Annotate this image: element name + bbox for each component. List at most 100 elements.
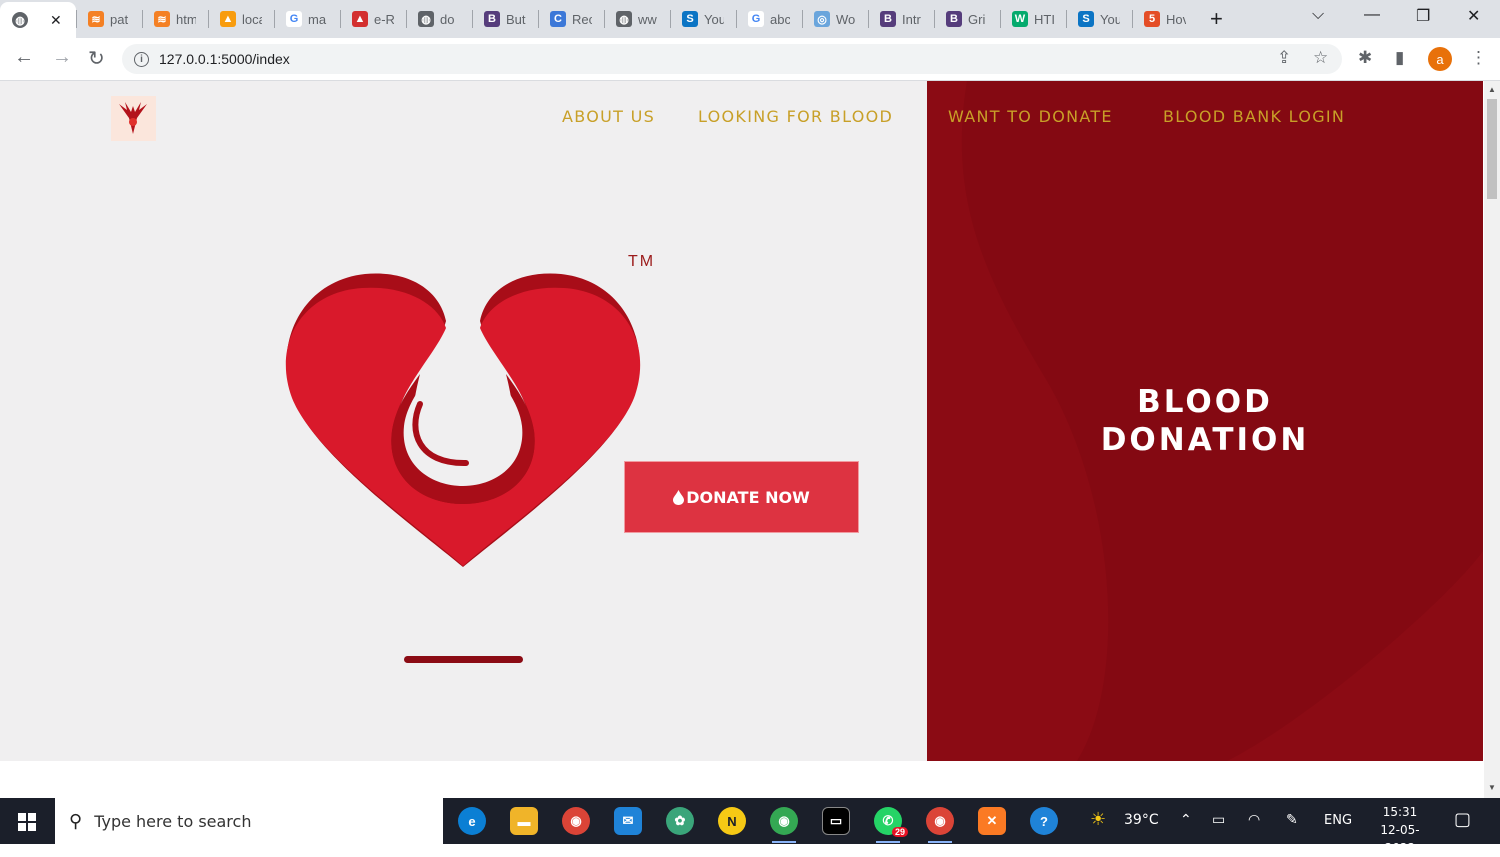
minimize-button[interactable]: — [1364, 6, 1380, 24]
scroll-down-icon[interactable]: ▼ [1488, 783, 1496, 792]
extensions-icon[interactable]: ✱ [1358, 48, 1372, 68]
browser-tab[interactable]: C Rec [538, 0, 604, 38]
globe-icon: ◍ [12, 12, 28, 28]
profile-avatar[interactable]: a [1428, 47, 1452, 71]
side-panel-icon[interactable]: ▮ [1395, 48, 1404, 68]
mail-icon[interactable]: ✉ [614, 807, 642, 835]
weather-temperature[interactable]: 39°C [1124, 812, 1159, 828]
browser-tab[interactable]: S You [670, 0, 736, 38]
wifi-icon[interactable]: ◠ [1248, 812, 1260, 828]
system-clock[interactable]: 15:31 12-05-2022 [1366, 803, 1434, 857]
url-text[interactable]: 127.0.0.1:5000/index [159, 51, 290, 67]
tab-title: abc [770, 11, 790, 27]
clock-date: 12-05-2022 [1380, 823, 1420, 855]
google-icon: G [286, 11, 302, 27]
hero-left-section: ABOUT US LOOKING FOR BLOOD TM DONATE NOW [0, 81, 927, 761]
menu-icon[interactable]: ⋮ [1470, 48, 1487, 68]
tab-title: You [1100, 11, 1120, 27]
windows-start-button[interactable] [18, 813, 36, 831]
who-icon: ◎ [814, 11, 830, 27]
new-tab-button[interactable]: + [1210, 6, 1223, 32]
browser-tab[interactable]: ≋ pat [76, 0, 142, 38]
tab-title: Gri [968, 11, 986, 27]
tab-title: HTI [1034, 11, 1054, 27]
browser-tab[interactable]: B Gri [934, 0, 1000, 38]
web-page: ABOUT US LOOKING FOR BLOOD TM DONATE NOW [0, 81, 1484, 798]
search-icon: ⚲ [69, 810, 83, 831]
tab-title: Intr [902, 11, 921, 27]
weather-icon[interactable]: ☀ [1090, 809, 1106, 830]
tab-title: loca [242, 11, 262, 27]
phpmyadmin-icon: ▲ [220, 11, 236, 27]
bootstrap-icon: B [946, 11, 962, 27]
maximize-button[interactable]: ❐ [1416, 6, 1430, 26]
tab-title: ww [638, 11, 657, 27]
norton-icon[interactable]: N [718, 807, 746, 835]
whatsapp-badge: 29 [891, 827, 908, 837]
battery-icon[interactable]: ▭ [1212, 812, 1225, 828]
address-bar[interactable]: i 127.0.0.1:5000/index [122, 44, 1342, 74]
hero-title-line1: BLOOD [1137, 384, 1273, 420]
bookmark-star-icon[interactable]: ☆ [1313, 48, 1328, 68]
chrome-active-icon[interactable]: ◉ [926, 807, 954, 843]
browser-tab[interactable]: B But [472, 0, 538, 38]
hero-title: BLOOD DONATION [927, 383, 1483, 459]
tab-title: htm [176, 11, 196, 27]
bootstrap-icon: B [484, 11, 500, 27]
reload-button[interactable]: ↻ [88, 46, 105, 71]
browser-tab[interactable]: Gabc [736, 0, 802, 38]
donate-now-label: DONATE NOW [686, 487, 810, 507]
xampp-icon[interactable]: ✕ [978, 807, 1006, 835]
show-hidden-icons[interactable]: ⌃ [1180, 812, 1192, 828]
chrome-profile-icon[interactable]: ◉ [770, 807, 798, 843]
c-icon: C [550, 11, 566, 27]
browser-tab[interactable]: ≋ htm [142, 0, 208, 38]
browser-tab[interactable]: ◍ ww [604, 0, 670, 38]
whatsapp-icon[interactable]: ✆ 29 [874, 807, 908, 843]
notifications-icon[interactable]: ▢ [1454, 809, 1471, 830]
close-tab-icon[interactable]: ✕ [50, 12, 62, 29]
browser-tab[interactable]: Gma [274, 0, 340, 38]
site-logo[interactable] [111, 96, 156, 141]
browser-tab[interactable]: B Intr [868, 0, 934, 38]
forward-button[interactable]: → [52, 46, 72, 69]
phoenix-logo-icon [119, 102, 147, 134]
back-button[interactable]: ← [14, 46, 34, 69]
language-indicator[interactable]: ENG [1324, 813, 1352, 828]
browser-tab[interactable]: ◎ Wo [802, 0, 868, 38]
browser-toolbar: ← → ↻ i 127.0.0.1:5000/index ⇪ ☆ ✱ ▮ ⋮ [0, 38, 1500, 81]
nav-about-us[interactable]: ABOUT US [562, 107, 655, 126]
browser-tab[interactable]: ◍ do [406, 0, 472, 38]
pen-icon[interactable]: ✎ [1286, 812, 1298, 828]
tab-title: Rec [572, 11, 592, 27]
scroll-up-icon[interactable]: ▲ [1488, 85, 1496, 94]
file-explorer-icon[interactable]: ▬ [510, 807, 538, 835]
share-icon[interactable]: ⇪ [1277, 48, 1291, 68]
tab-active[interactable]: ◍ ✕ [0, 2, 76, 38]
chatgpt-icon[interactable]: ✿ [666, 807, 694, 835]
nav-want-to-donate[interactable]: WANT TO DONATE [948, 107, 1113, 126]
close-window-button[interactable]: ✕ [1467, 6, 1480, 26]
blood-drop-icon [673, 489, 685, 505]
browser-tab[interactable]: S You [1066, 0, 1132, 38]
scrollbar-thumb[interactable] [1487, 99, 1497, 199]
browser-tab[interactable]: ▲ e-R [340, 0, 406, 38]
blood-heart-logo-icon [285, 273, 641, 567]
clock-time: 15:31 [1382, 805, 1418, 819]
edge-icon[interactable]: e [458, 807, 486, 835]
page-scrollbar[interactable]: ▲ ▼ [1484, 81, 1500, 798]
donate-now-button[interactable]: DONATE NOW [624, 461, 859, 533]
browser-tab[interactable]: W HTI [1000, 0, 1066, 38]
browser-tab[interactable]: ▲ loca [208, 0, 274, 38]
chrome-icon[interactable]: ◉ [562, 807, 590, 835]
s-icon: S [682, 11, 698, 27]
nav-blood-bank-login[interactable]: BLOOD BANK LOGIN [1163, 107, 1345, 126]
site-info-icon[interactable]: i [134, 51, 149, 67]
taskbar-search-box[interactable]: ⚲ Type here to search [55, 798, 443, 844]
terminal-icon[interactable]: ▭ [822, 807, 850, 835]
tab-search-icon[interactable]: ⌵ [1312, 6, 1324, 24]
nav-looking-for-blood[interactable]: LOOKING FOR BLOOD [698, 107, 893, 126]
browser-tab[interactable]: 5 Hov [1132, 0, 1198, 38]
tab-title: do [440, 11, 455, 27]
help-icon[interactable]: ? [1030, 807, 1058, 835]
